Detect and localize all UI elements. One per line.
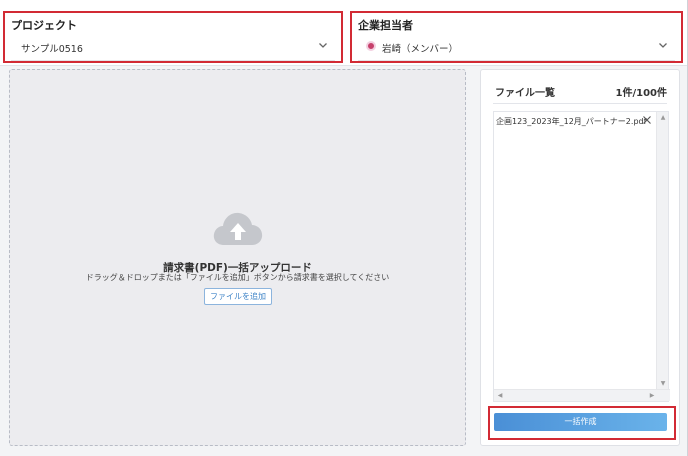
project-field: プロジェクト サンプル0516 [3, 11, 343, 63]
upload-hint: ドラッグ＆ドロップまたは「ファイルを追加」ボタンから請求書を選択してください [85, 273, 390, 282]
avatar [366, 41, 376, 51]
file-list: 企画123_2023年_12月_パートナー2.pdf ▲ ▼ ◀ ▶ [493, 111, 670, 402]
cloud-upload-icon [213, 212, 263, 245]
project-label: プロジェクト [11, 19, 77, 32]
chevron-down-icon [319, 43, 327, 48]
close-icon[interactable] [641, 114, 653, 126]
add-file-button[interactable]: ファイルを追加 [204, 288, 272, 305]
vertical-scrollbar[interactable]: ▲ ▼ [656, 112, 668, 390]
scroll-left-icon[interactable]: ◀ [494, 390, 506, 402]
file-list-title: ファイル一覧 [495, 88, 555, 99]
project-select[interactable]: サンプル0516 [11, 35, 335, 61]
upload-dropzone[interactable]: 請求書(PDF)一括アップロード ドラッグ＆ドロップまたは「ファイルを追加」ボタ… [9, 69, 466, 446]
list-item: 企画123_2023年_12月_パートナー2.pdf [496, 117, 647, 126]
assignee-select-value: 岩崎（メンバー） [382, 44, 459, 55]
assignee-select[interactable]: 岩崎（メンバー） [358, 35, 675, 61]
scroll-right-icon[interactable]: ▶ [646, 390, 658, 402]
chevron-down-icon [659, 43, 667, 48]
bulk-create-button[interactable]: 一括作成 [494, 413, 667, 431]
project-select-value: サンプル0516 [21, 44, 83, 55]
horizontal-scrollbar[interactable]: ◀ ▶ [494, 389, 670, 401]
assignee-field: 企業担当者 岩崎（メンバー） [350, 11, 683, 63]
file-list-panel: ファイル一覧 1件/100件 企画123_2023年_12月_パートナー2.pd… [480, 69, 680, 446]
assignee-label: 企業担当者 [358, 19, 413, 32]
file-count: 1件/100件 [615, 88, 667, 99]
scroll-up-icon[interactable]: ▲ [657, 112, 669, 124]
page: プロジェクト サンプル0516 企業担当者 岩崎（メンバー） 請求書(PDF)一… [0, 0, 688, 456]
divider [493, 103, 667, 104]
